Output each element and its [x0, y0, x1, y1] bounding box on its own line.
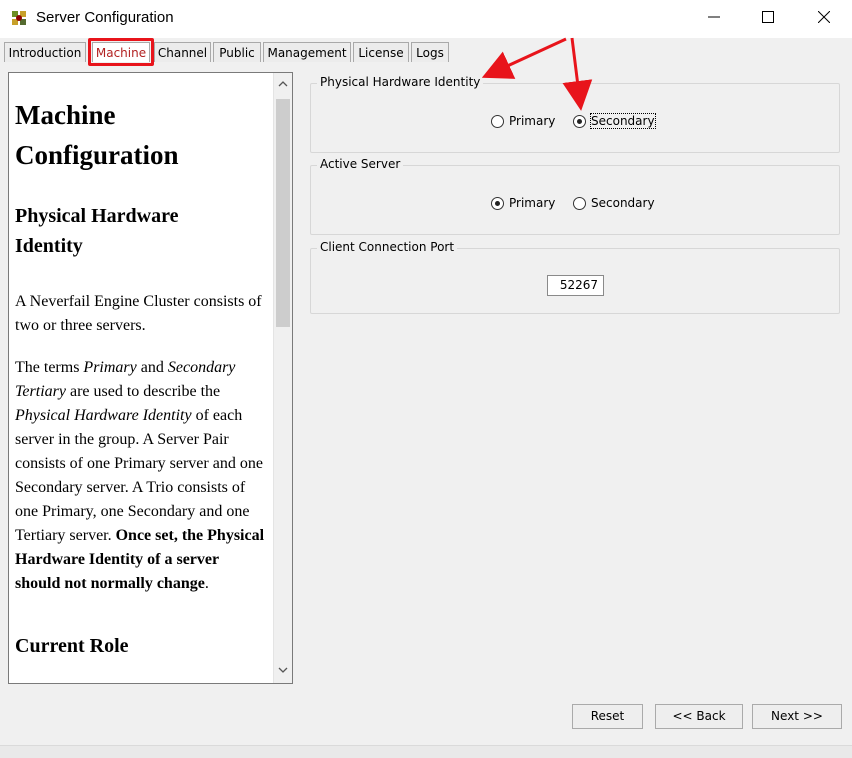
text-run: . [204, 575, 209, 592]
active-server-group: Active Server Primary Secondary [310, 157, 840, 235]
radio-label: Primary [509, 114, 556, 128]
maximize-button[interactable] [745, 0, 791, 34]
scroll-thumb[interactable] [276, 99, 290, 327]
help-paragraph: The terms Primary and Secondary Tertiary… [15, 356, 267, 596]
physical-primary-radio[interactable]: Primary [491, 114, 555, 128]
tab-management[interactable]: Management [263, 42, 351, 62]
help-subheading: Identity [15, 235, 83, 257]
radio-label: Primary [509, 196, 556, 210]
tab-license[interactable]: License [353, 42, 409, 62]
help-panel[interactable]: Machine Configuration Physical Hardware … [8, 72, 293, 684]
maximize-icon [762, 11, 774, 23]
group-title: Active Server [317, 157, 404, 171]
text-run: are used to describe the [65, 383, 221, 400]
radio-circle [491, 196, 504, 210]
status-bar [0, 745, 852, 758]
text-run: Primary [83, 359, 137, 376]
client-connection-port-group: Client Connection Port 52267 [310, 240, 840, 314]
radio-circle [491, 114, 504, 128]
scroll-up-icon[interactable] [274, 77, 292, 95]
minimize-icon [708, 16, 720, 18]
help-subheading: Physical Hardware [15, 205, 179, 227]
physical-hardware-identity-group: Physical Hardware Identity Primary Secon… [310, 75, 840, 153]
help-subheading: Current Role [15, 635, 129, 657]
tab-channel[interactable]: Channel [154, 42, 211, 62]
radio-circle [573, 114, 586, 128]
close-button[interactable] [801, 0, 847, 34]
text-run: Physical Hardware Identity [15, 407, 192, 424]
machine-tab-highlight [88, 38, 154, 66]
radio-label: Secondary [590, 113, 656, 129]
help-heading: Configuration [15, 140, 179, 170]
help-paragraph: A Neverfail Engine Cluster consists of t… [15, 293, 262, 334]
text-run: The terms [15, 359, 84, 376]
help-heading: Machine [15, 100, 116, 130]
tab-logs[interactable]: Logs [411, 42, 449, 62]
next-button[interactable]: Next >> [752, 704, 842, 729]
close-icon [818, 11, 830, 23]
tab-introduction[interactable]: Introduction [4, 42, 86, 62]
group-title: Physical Hardware Identity [317, 75, 484, 89]
text-run: of each server in the group. A Server Pa… [15, 407, 263, 544]
radio-circle [573, 196, 586, 210]
window-title: Server Configuration [36, 9, 174, 26]
active-secondary-radio[interactable]: Secondary [573, 196, 655, 210]
tab-public[interactable]: Public [213, 42, 261, 62]
group-title: Client Connection Port [317, 240, 458, 254]
back-button[interactable]: << Back [655, 704, 743, 729]
minimize-button[interactable] [691, 0, 737, 34]
title-bar: Server Configuration [0, 0, 852, 38]
active-primary-radio[interactable]: Primary [491, 196, 555, 210]
client-port-input[interactable]: 52267 [547, 275, 604, 296]
help-scrollbar[interactable] [273, 73, 292, 683]
text-run: and [136, 359, 168, 376]
reset-button[interactable]: Reset [572, 704, 643, 729]
server-app-icon [12, 11, 26, 25]
radio-label: Secondary [591, 196, 655, 210]
scroll-down-icon[interactable] [274, 663, 292, 681]
physical-secondary-radio[interactable]: Secondary [573, 113, 656, 129]
